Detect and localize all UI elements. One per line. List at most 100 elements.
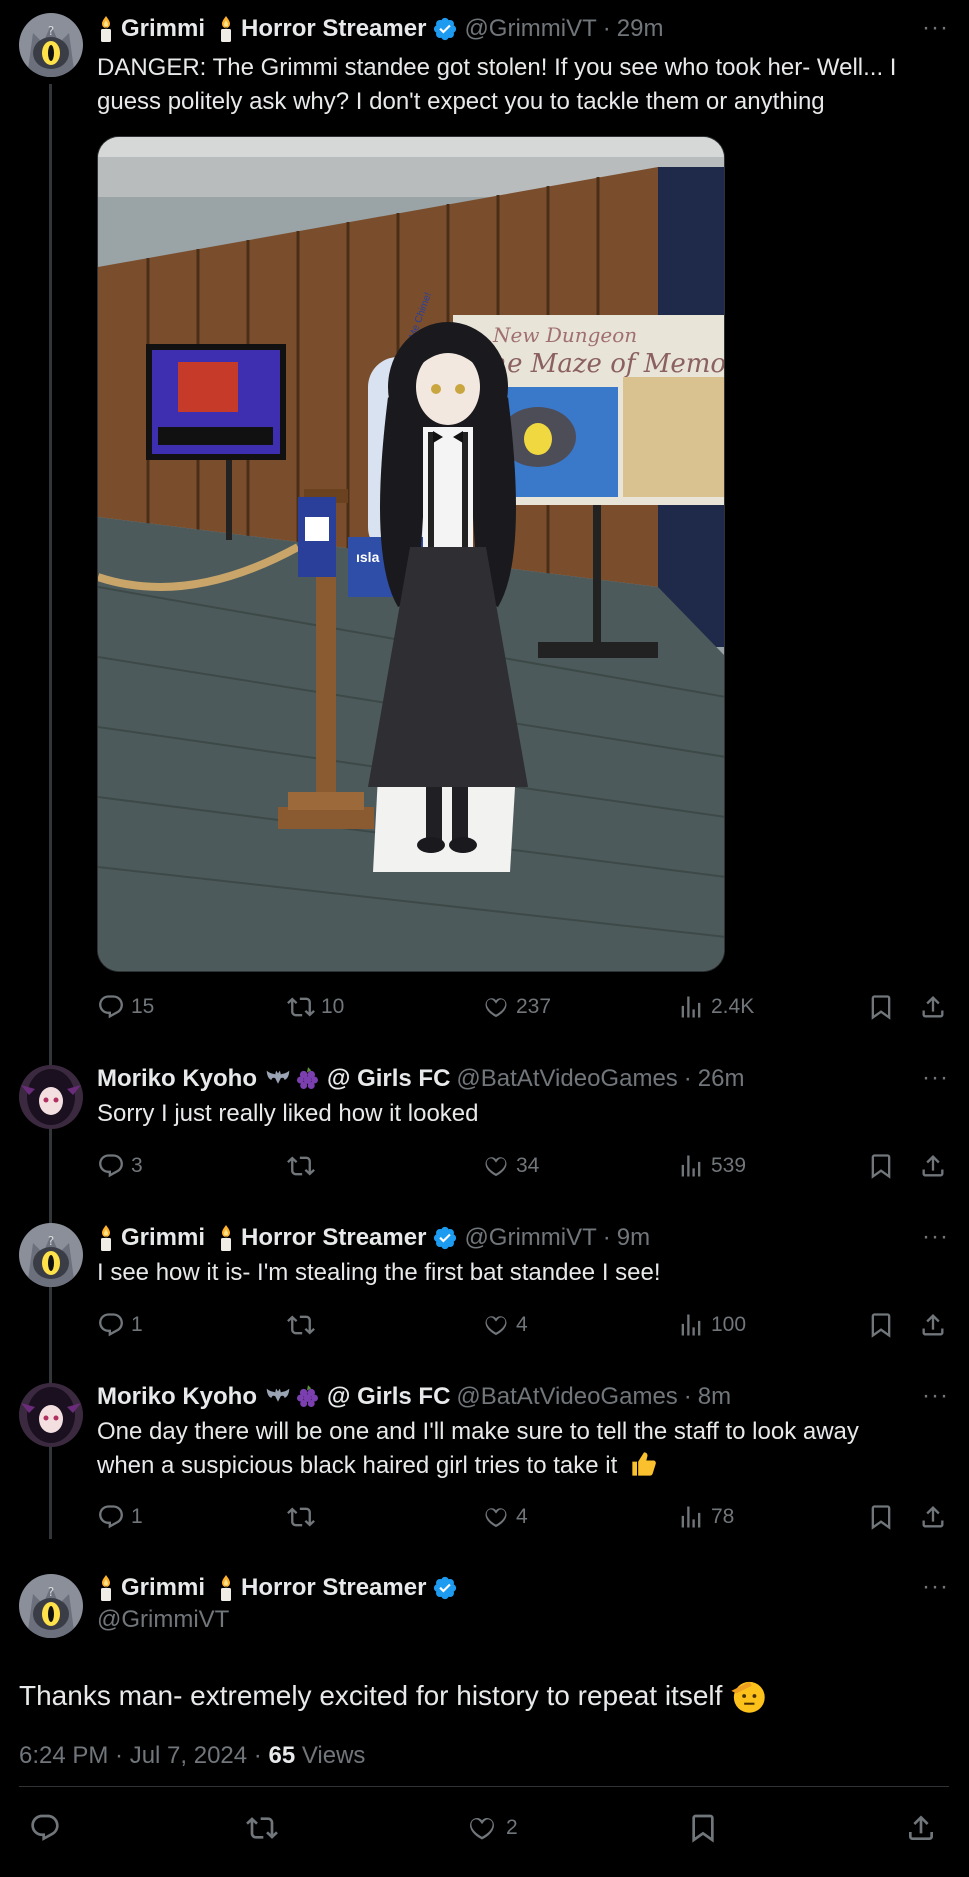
repost-icon [287,1152,315,1180]
timestamp[interactable]: 26m [698,1065,745,1093]
bookmark-button[interactable] [867,993,901,1021]
repost-button[interactable]: 10 [287,993,344,1021]
repost-button[interactable] [287,1503,321,1531]
timestamp[interactable]: 6:24 PM · Jul 7, 2024 · [19,1742,268,1769]
more-options-icon[interactable]: ··· [922,1223,949,1251]
reply-button[interactable] [29,1812,61,1844]
share-button[interactable] [919,993,953,1021]
tweet-header: Moriko Kyoho @ Girls FC @BatAtVideoGames… [97,1382,949,1412]
separator-dot: · [602,1224,611,1251]
display-name[interactable]: Moriko Kyoho @ Girls FC [97,1065,450,1093]
repost-button[interactable] [287,1311,321,1339]
handle[interactable]: @BatAtVideoGames [456,1065,677,1093]
share-button[interactable] [919,1311,953,1339]
bookmark-icon [867,1311,895,1339]
heart-icon [466,1812,498,1844]
reply-icon [97,1503,125,1531]
bookmark-button[interactable] [687,1812,719,1849]
views-icon [677,993,705,1021]
grimmi-avatar[interactable]: ? [19,1574,83,1638]
more-options-icon[interactable]: ··· [922,1573,949,1601]
display-name[interactable]: Grimmi Horror Streamer [97,1574,458,1602]
candle-emoji-icon [97,1224,115,1252]
display-name[interactable]: Grimmi Horror Streamer [97,1224,458,1252]
bookmark-icon [867,993,895,1021]
like-button[interactable]: 34 [482,1152,539,1180]
share-icon [919,1311,947,1339]
reply-button[interactable]: 15 [97,993,154,1021]
repost-button[interactable] [246,1812,278,1844]
tweet-media-photo[interactable]: New Dungeon The Maze of Memory ısla Foll… [97,136,725,972]
handle[interactable]: @BatAtVideoGames [456,1383,677,1411]
saluting-face-emoji-icon [730,1678,766,1714]
timestamp[interactable]: 29m [617,15,664,43]
more-options-icon[interactable]: ··· [922,1382,949,1410]
views-label: Views [295,1742,366,1769]
bookmark-button[interactable] [867,1311,901,1339]
thread-tweet[interactable]: ? Grimmi Horror Streamer @GrimmiVT · 9m … [0,1200,969,1360]
verified-badge-icon[interactable] [432,16,458,42]
views-button[interactable]: 539 [677,1152,746,1180]
repost-icon [287,993,315,1021]
display-name[interactable]: Grimmi Horror Streamer [97,15,458,43]
bookmark-button[interactable] [867,1152,901,1180]
share-button[interactable] [919,1152,953,1180]
heart-icon [482,993,510,1021]
handle[interactable]: @GrimmiVT [464,15,596,43]
handle[interactable]: @GrimmiVT [97,1606,229,1634]
reply-button[interactable]: 3 [97,1152,143,1180]
bookmark-button[interactable] [867,1503,901,1531]
tweet-actions: 3 34 539 [97,1152,957,1184]
share-button[interactable] [919,1503,953,1531]
display-name[interactable]: Moriko Kyoho @ Girls FC [97,1383,450,1411]
verified-badge-icon[interactable] [432,1225,458,1251]
tweet-text: One day there will be one and I'll make … [97,1418,859,1479]
thread-tweet[interactable]: Moriko Kyoho @ Girls FC @BatAtVideoGames… [0,1360,969,1550]
candle-emoji-icon [217,1224,235,1252]
like-button[interactable]: 237 [482,993,551,1021]
tweet-header: Grimmi Horror Streamer @GrimmiVT · 29m ·… [97,14,949,44]
like-button[interactable]: 2 [466,1812,518,1844]
timestamp[interactable]: 9m [617,1224,650,1252]
separator-dot: · [683,1065,692,1092]
tweet-text: Thanks man- extremely excited for histor… [19,1678,766,1714]
views-button[interactable]: 78 [677,1503,734,1531]
focused-tweet: ? Grimmi Horror Streamer ··· @GrimmiVT T… [0,1550,969,1877]
tweet-meta: 6:24 PM · Jul 7, 2024 · 65 Views [19,1742,365,1770]
svg-text:?: ? [48,1585,54,1599]
views-button[interactable]: 2.4K [677,993,754,1021]
tweet-header: Grimmi Horror Streamer @GrimmiVT · 9m ··… [97,1223,949,1253]
timestamp[interactable]: 8m [698,1383,731,1411]
screen-title-line1: New Dungeon [492,323,637,347]
share-button[interactable] [905,1812,937,1849]
more-options-icon[interactable]: ··· [922,1064,949,1092]
tweet-actions: 2 [19,1812,949,1852]
thread-tweet[interactable]: ? Grimmi Horror Streamer @GrimmiVT · 29m… [0,0,969,1040]
views-icon [677,1152,705,1180]
reply-button[interactable]: 1 [97,1311,143,1339]
reply-button[interactable]: 1 [97,1503,143,1531]
moriko-avatar[interactable] [19,1383,83,1447]
like-button[interactable]: 4 [482,1311,528,1339]
candle-emoji-icon [97,15,115,43]
thread-tweet[interactable]: Moriko Kyoho @ Girls FC @BatAtVideoGames… [0,1040,969,1200]
heart-icon [482,1311,510,1339]
grimmi-avatar[interactable]: ? [19,13,83,77]
repost-button[interactable] [287,1152,321,1180]
verified-badge-icon[interactable] [432,1575,458,1601]
views-button[interactable]: 100 [677,1311,746,1339]
grimmi-avatar[interactable]: ? [19,1223,83,1287]
bookmark-icon [687,1812,719,1844]
more-options-icon[interactable]: ··· [922,14,949,42]
reply-icon [97,993,125,1021]
tweet-header: Grimmi Horror Streamer ··· [97,1573,949,1603]
moriko-avatar[interactable] [19,1065,83,1129]
like-button[interactable]: 4 [482,1503,528,1531]
candle-emoji-icon [217,1574,235,1602]
grapes-emoji-icon [295,1066,321,1092]
handle[interactable]: @GrimmiVT [464,1224,596,1252]
standee-photo: New Dungeon The Maze of Memory ısla Foll… [98,137,724,971]
views-count: 65 [268,1742,296,1769]
share-icon [905,1812,937,1844]
bookmark-icon [867,1503,895,1531]
